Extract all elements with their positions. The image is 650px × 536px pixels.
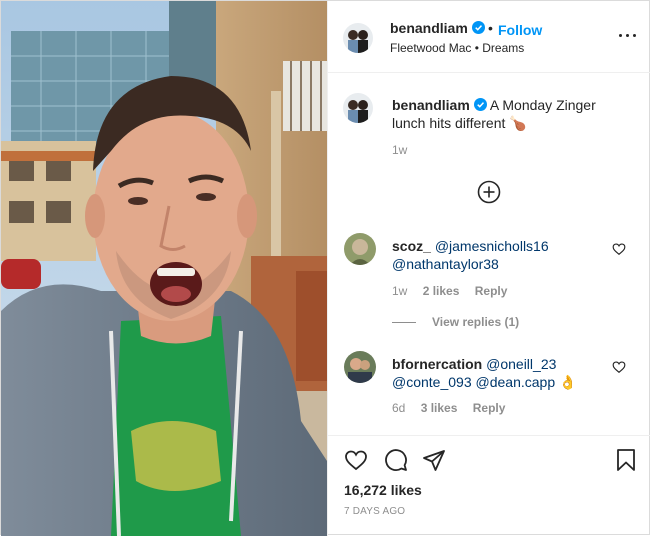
comment-icon[interactable] bbox=[384, 448, 408, 472]
caption-username[interactable]: benandliam bbox=[392, 97, 470, 113]
header-username[interactable]: benandliam bbox=[390, 20, 485, 36]
heart-icon[interactable] bbox=[344, 448, 368, 472]
comment-time[interactable]: 1w bbox=[392, 284, 407, 298]
comment-likes[interactable]: 2 likes bbox=[423, 284, 460, 298]
post-header: benandliam • Follow Fleetwood Mac • Drea… bbox=[328, 1, 650, 73]
avatar-image bbox=[343, 23, 373, 53]
avatar-image bbox=[344, 351, 376, 383]
mention-link[interactable]: @conte_093 bbox=[392, 374, 472, 390]
caption-avatar[interactable] bbox=[343, 93, 373, 123]
avatar-image bbox=[344, 233, 376, 265]
comment-text: bfornercation @oneill_23 @conte_093 @dea… bbox=[392, 355, 602, 391]
comment-username[interactable]: scoz_ bbox=[392, 238, 431, 254]
post-sidebar: benandliam • Follow Fleetwood Mac • Drea… bbox=[327, 1, 650, 536]
header-username-text[interactable]: benandliam bbox=[390, 20, 468, 36]
comment-time[interactable]: 6d bbox=[392, 401, 405, 415]
reply-button[interactable]: Reply bbox=[473, 401, 506, 415]
verified-badge-icon bbox=[473, 98, 487, 111]
mention-link[interactable]: @dean.capp bbox=[476, 374, 556, 390]
post-media[interactable] bbox=[1, 1, 327, 536]
view-replies-label[interactable]: View replies (1) bbox=[432, 315, 519, 329]
comment-text: scoz_ @jamesnicholls16 @nathantaylor38 bbox=[392, 237, 602, 273]
post-timestamp[interactable]: 7 DAYS AGO bbox=[344, 506, 405, 517]
heart-icon[interactable] bbox=[612, 242, 626, 256]
header-separator: • bbox=[488, 20, 493, 36]
avatar[interactable] bbox=[343, 23, 373, 53]
drumstick-emoji: 🍗 bbox=[509, 115, 527, 131]
comment-username[interactable]: bfornercation bbox=[392, 356, 482, 372]
comment-likes[interactable]: 3 likes bbox=[421, 401, 458, 415]
verified-badge-icon bbox=[471, 21, 485, 34]
bookmark-icon[interactable] bbox=[614, 448, 638, 472]
share-icon[interactable] bbox=[422, 448, 446, 472]
mention-link[interactable]: @oneill_23 bbox=[486, 356, 556, 372]
divider bbox=[392, 322, 416, 324]
selfie-photo bbox=[1, 1, 327, 536]
audio-link[interactable]: Fleetwood Mac • Dreams bbox=[390, 41, 524, 55]
comment-meta: 1w 2 likes Reply bbox=[392, 284, 519, 298]
like-count[interactable]: 16,272 likes bbox=[344, 482, 422, 498]
comment-avatar[interactable] bbox=[344, 351, 376, 383]
mention-link[interactable]: @jamesnicholls16 bbox=[435, 238, 549, 254]
caption: benandliam A Monday Zinger lunch hits di… bbox=[392, 96, 632, 132]
mention-link[interactable]: @nathantaylor38 bbox=[392, 256, 499, 272]
heart-icon[interactable] bbox=[612, 360, 626, 374]
more-options-icon[interactable] bbox=[619, 30, 637, 42]
post-dialog: benandliam • Follow Fleetwood Mac • Drea… bbox=[0, 0, 650, 536]
ok-hand-emoji: 👌 bbox=[559, 374, 577, 390]
comment-avatar[interactable] bbox=[344, 233, 376, 265]
avatar-image bbox=[343, 93, 373, 123]
reply-button[interactable]: Reply bbox=[475, 284, 508, 298]
comment-meta: 6d 3 likes Reply bbox=[392, 401, 517, 415]
caption-time[interactable]: 1w bbox=[392, 143, 407, 157]
view-replies-button[interactable]: View replies (1) bbox=[392, 315, 519, 329]
follow-button[interactable]: Follow bbox=[498, 22, 542, 38]
action-bar: 16,272 likes 7 DAYS AGO bbox=[328, 435, 650, 536]
add-circle-icon[interactable] bbox=[477, 180, 501, 204]
